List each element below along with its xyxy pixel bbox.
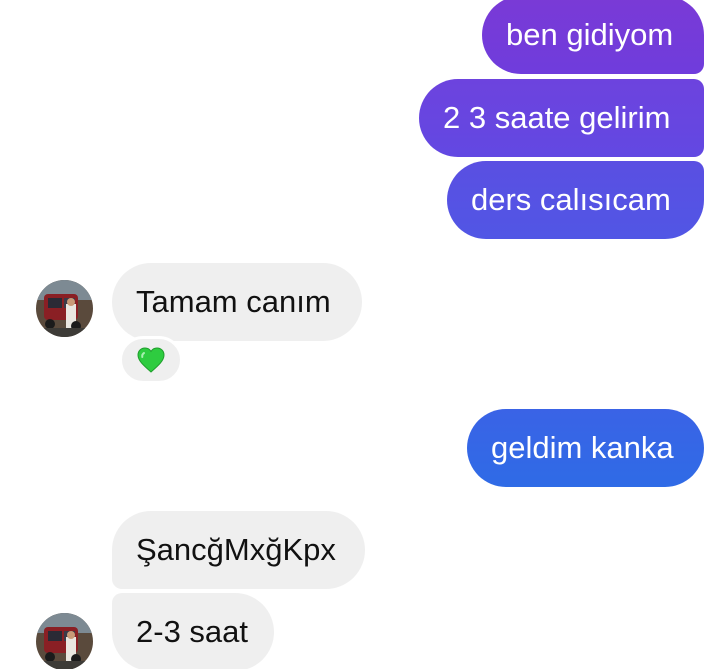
message-reaction[interactable] bbox=[119, 336, 183, 384]
avatar-photo bbox=[36, 280, 93, 337]
incoming-message-bubble[interactable]: Tamam canım bbox=[112, 263, 362, 341]
green-heart-icon bbox=[137, 347, 165, 373]
incoming-message-bubble[interactable]: ŞancğMxğKpx bbox=[112, 511, 365, 589]
incoming-message-bubble[interactable]: 2-3 saat bbox=[112, 593, 274, 669]
outgoing-message-bubble[interactable]: ben gidiyom bbox=[482, 0, 704, 74]
outgoing-message-bubble[interactable]: ders calısıcam bbox=[447, 161, 704, 239]
chat-thread: ben gidiyom 2 3 saate gelirim ders calıs… bbox=[0, 0, 714, 669]
contact-avatar[interactable] bbox=[36, 613, 93, 669]
outgoing-message-bubble[interactable]: geldim kanka bbox=[467, 409, 704, 487]
contact-avatar[interactable] bbox=[36, 280, 93, 337]
outgoing-message-bubble[interactable]: 2 3 saate gelirim bbox=[419, 79, 704, 157]
avatar-photo bbox=[36, 613, 93, 669]
